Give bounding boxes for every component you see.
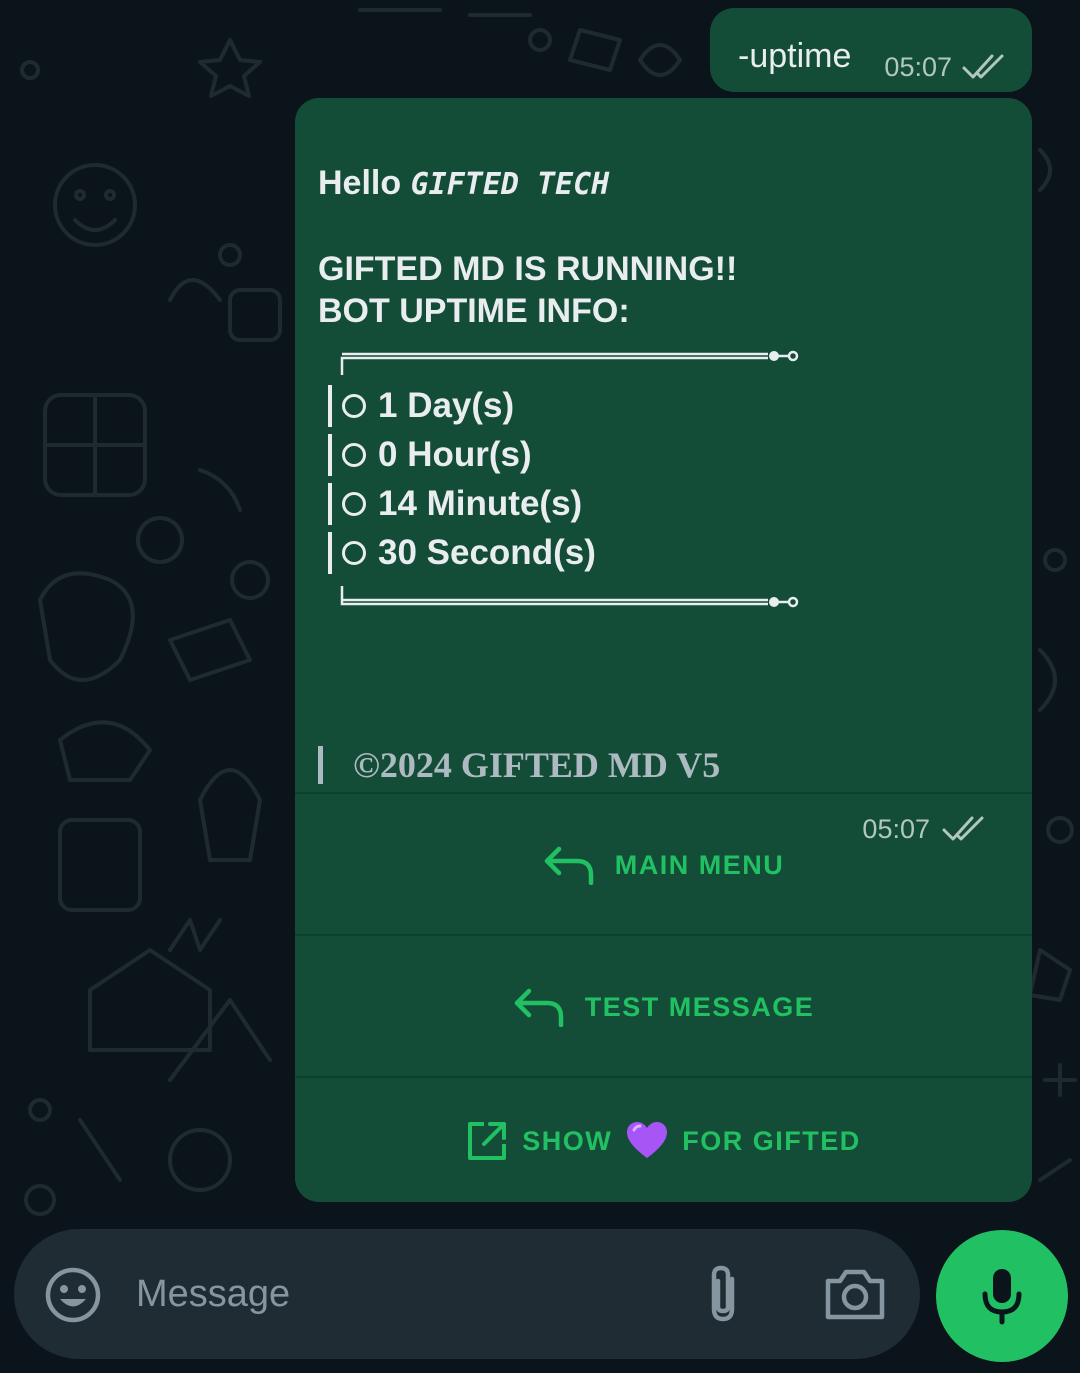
show-label: SHOW <box>522 1125 613 1156</box>
greeting-line: Hello GIFTED TECH <box>318 162 609 206</box>
bot-message-bubble[interactable]: Hello GIFTED TECH GIFTED MD IS RUNNING!!… <box>295 98 1032 1202</box>
test-message-button[interactable]: TEST MESSAGE <box>295 934 1032 1078</box>
uptime-hours: 0 Hour(s) <box>378 435 532 474</box>
voice-record-button[interactable] <box>936 1230 1068 1362</box>
outgoing-message-meta: 05:07 <box>884 52 1008 82</box>
camera-icon[interactable] <box>824 1267 886 1321</box>
footer-text: ©2024 GIFTED MD V5 <box>353 745 721 785</box>
uptime-info-line: BOT UPTIME INFO: <box>318 292 630 330</box>
outgoing-message-bubble[interactable]: -uptime 05:07 <box>710 8 1032 92</box>
greeting-name: GIFTED TECH <box>410 167 610 202</box>
uptime-days: 1 Day(s) <box>378 386 515 425</box>
emoji-icon[interactable] <box>44 1266 102 1324</box>
reply-icon <box>544 846 593 885</box>
row-bar <box>328 385 332 427</box>
microphone-icon <box>982 1269 1022 1325</box>
circle-bullet-icon <box>342 443 366 467</box>
row-bar <box>328 434 332 476</box>
main-menu-button[interactable]: MAIN MENU <box>295 792 1032 936</box>
message-time: 05:07 <box>884 52 952 82</box>
chat-area: -uptime 05:07 Hello GIFTED TECH GIFTED M… <box>0 0 1080 1215</box>
uptime-hours-row: 0 Hour(s) <box>328 433 532 477</box>
external-link-icon <box>468 1122 507 1160</box>
attach-icon[interactable] <box>702 1263 746 1327</box>
greeting-prefix: Hello <box>318 164 402 202</box>
uptime-minutes: 14 Minute(s) <box>378 484 583 523</box>
uptime-days-row: 1 Day(s) <box>328 384 514 428</box>
row-bar <box>328 532 332 574</box>
uptime-seconds: 30 Second(s) <box>378 533 596 572</box>
circle-bullet-icon <box>342 541 366 565</box>
main-menu-label: MAIN MENU <box>614 849 785 880</box>
message-input-bar: Message <box>14 1229 920 1359</box>
footer-quote: ©2024 GIFTED MD V5 <box>318 744 720 786</box>
message-input[interactable]: Message <box>136 1273 290 1316</box>
outgoing-message-text: -uptime <box>738 37 852 75</box>
double-check-icon <box>962 54 1004 79</box>
quote-bar <box>318 746 323 784</box>
circle-bullet-icon <box>342 492 366 516</box>
circle-bullet-icon <box>342 394 366 418</box>
purple-heart-icon <box>627 1122 668 1158</box>
row-bar <box>328 483 332 525</box>
uptime-minutes-row: 14 Minute(s) <box>328 482 582 526</box>
uptime-seconds-row: 30 Second(s) <box>328 531 596 575</box>
test-message-label: TEST MESSAGE <box>584 991 815 1022</box>
show-love-link-button[interactable]: SHOW FOR GIFTED <box>295 1076 1032 1202</box>
running-line: GIFTED MD IS RUNNING!! <box>318 250 738 288</box>
reply-icon <box>514 988 563 1027</box>
for-gifted-label: FOR GIFTED <box>682 1125 861 1156</box>
